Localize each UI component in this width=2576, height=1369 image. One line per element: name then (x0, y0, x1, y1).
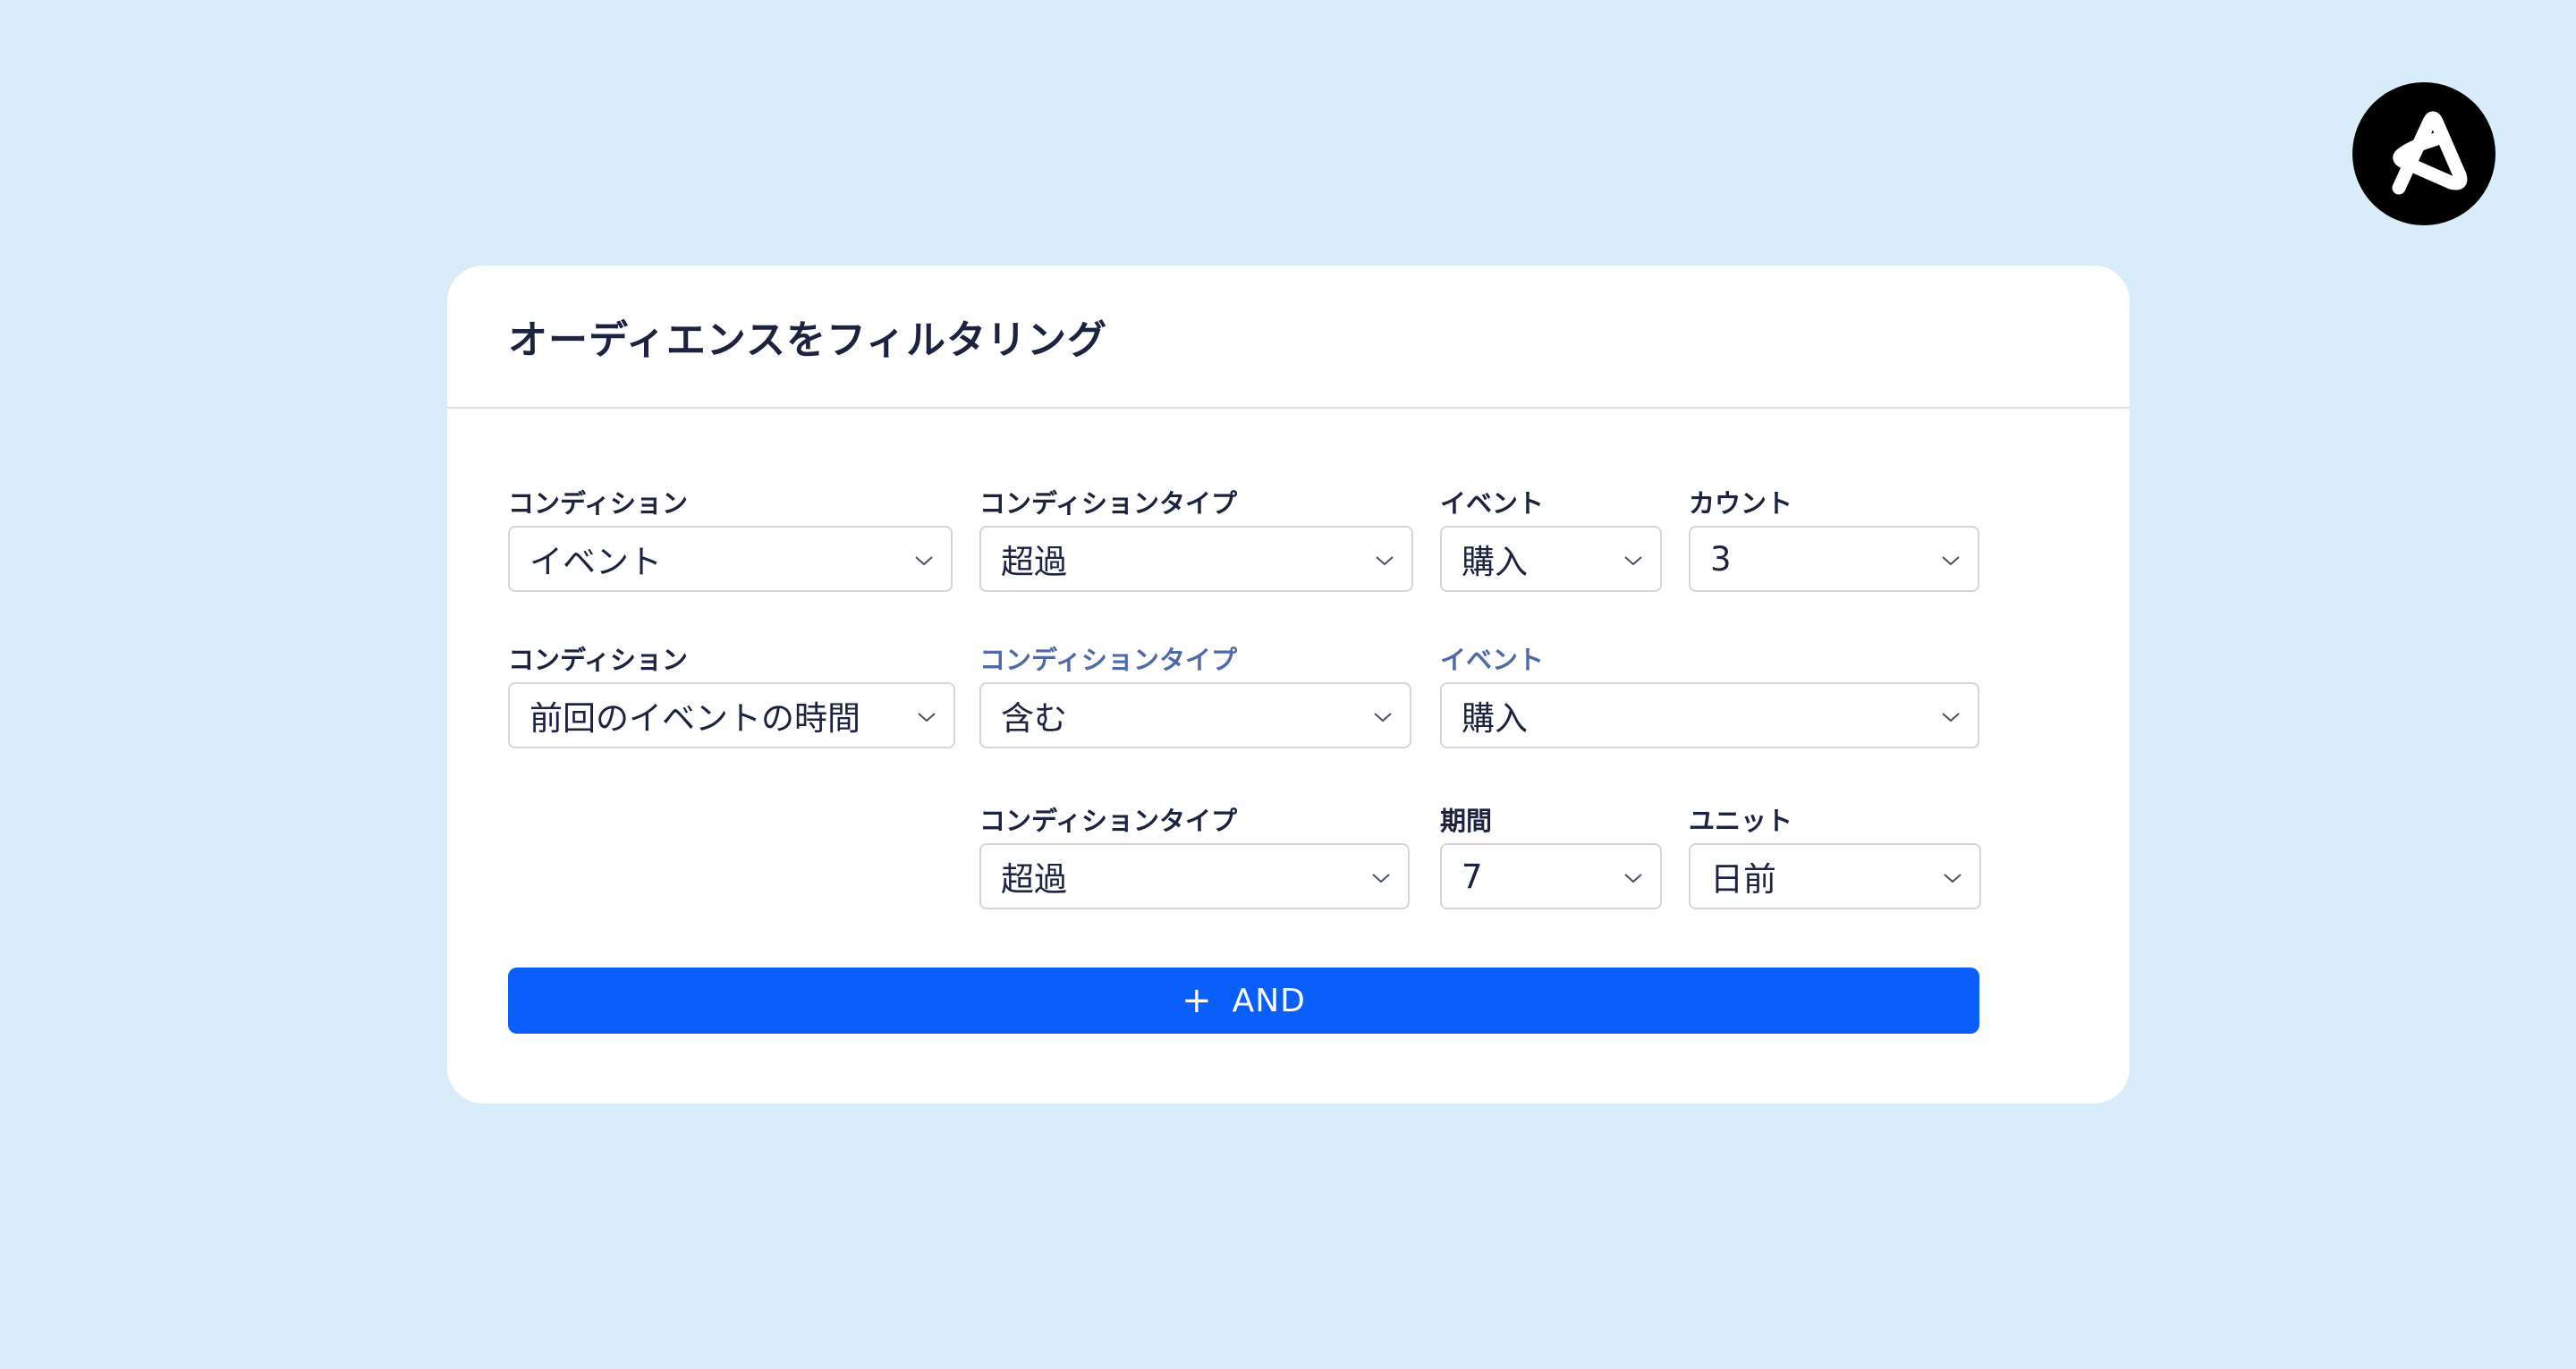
card-title: オーディエンスをフィルタリング (508, 317, 1108, 363)
row1-count-label: カウント (1689, 488, 1793, 519)
row1-count-value: 3 (1710, 539, 1732, 579)
row2-event-label: イベント (1440, 645, 1545, 675)
row3-period-value: 7 (1462, 857, 1483, 896)
row3-unit-value: 日前 (1710, 860, 1776, 899)
row2-condition-label: コンディション (508, 645, 688, 675)
row2-condition-type-select[interactable]: 含む (979, 682, 1411, 748)
chevron-down-icon (1372, 874, 1390, 883)
row1-event-select[interactable]: 購入 (1440, 526, 1662, 592)
row3-condition-type-value: 超過 (1001, 860, 1067, 899)
chevron-down-icon (1942, 556, 1960, 566)
row3-period-select[interactable]: 7 (1440, 843, 1662, 909)
row1-condition-label: コンディション (508, 488, 688, 519)
row1-condition-value: イベント (530, 543, 662, 581)
row1-event-value: 購入 (1462, 543, 1528, 581)
row2-condition-value: 前回のイベントの時間 (530, 699, 860, 738)
add-and-button[interactable]: + AND (508, 968, 1979, 1034)
chevron-down-icon (915, 556, 933, 566)
chevron-down-icon (1374, 713, 1392, 723)
plus-icon: + (1182, 980, 1213, 1021)
chevron-down-icon (1942, 713, 1960, 723)
row3-unit-select[interactable]: 日前 (1689, 843, 1981, 909)
row2-condition-type-value: 含む (1001, 699, 1067, 738)
row2-event-value: 購入 (1462, 699, 1528, 738)
page: オーディエンスをフィルタリング コンディション イベント コンディションタイプ … (0, 0, 2576, 1369)
add-and-label: AND (1232, 982, 1306, 1019)
chevron-down-icon (1944, 874, 1962, 883)
row3-unit-label: ユニット (1689, 806, 1793, 836)
row1-condition-type-select[interactable]: 超過 (979, 526, 1413, 592)
row1-condition-select[interactable]: イベント (508, 526, 953, 592)
row2-condition-type-label: コンディションタイプ (979, 645, 1237, 675)
row1-event-label: イベント (1440, 488, 1545, 519)
row1-condition-type-value: 超過 (1001, 543, 1067, 581)
chevron-down-icon (918, 713, 936, 723)
row1-count-select[interactable]: 3 (1689, 526, 1979, 592)
row2-event-select[interactable]: 購入 (1440, 682, 1979, 748)
row3-period-label: 期間 (1440, 806, 1493, 836)
chevron-down-icon (1624, 556, 1642, 566)
row1-condition-type-label: コンディションタイプ (979, 488, 1237, 519)
chevron-down-icon (1376, 556, 1394, 566)
row2-condition-select[interactable]: 前回のイベントの時間 (508, 682, 955, 748)
row3-condition-type-label: コンディションタイプ (979, 806, 1237, 836)
card-header: オーディエンスをフィルタリング (447, 266, 2130, 409)
chevron-down-icon (1624, 874, 1642, 883)
brand-logo-icon[interactable] (2352, 82, 2496, 225)
row3-condition-type-select[interactable]: 超過 (979, 843, 1410, 909)
